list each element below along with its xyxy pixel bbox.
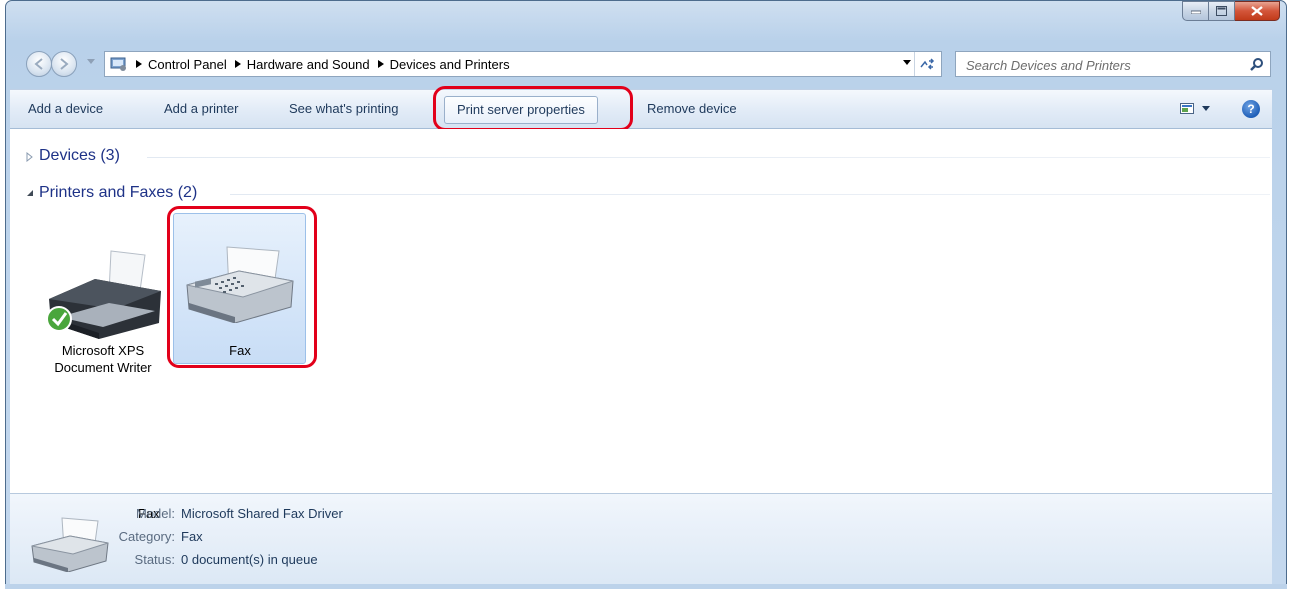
navigation-row: Control Panel Hardware and Sound Devices… [8,50,1272,80]
search-box [955,51,1271,77]
caption-buttons [1182,1,1280,21]
close-icon [1251,6,1263,16]
expand-arrow-icon[interactable] [26,152,33,162]
content-pane: Devices (3) Printers and Faxes (2) Micro… [10,129,1272,493]
breadcrumb-control-panel[interactable]: Control Panel [148,57,227,72]
details-status-key: Status: [134,552,175,567]
group-devices-title: Devices (3) [39,147,120,164]
help-icon[interactable]: ? [1242,100,1260,118]
details-model-value: Microsoft Shared Fax Driver [181,506,343,521]
control-panel-icon [110,57,126,71]
details-category-value: Fax [181,529,203,544]
fax-icon [186,246,294,323]
add-printer-button[interactable]: Add a printer [164,101,238,116]
group-printers-title: Printers and Faxes (2) [39,184,198,201]
window-bottom-border [5,584,1287,589]
device-xps-writer[interactable]: Microsoft XPS Document Writer [33,213,173,403]
details-category-key: Category: [118,529,175,544]
printer-icon [46,250,161,339]
collapse-arrow-icon[interactable] [26,189,34,197]
minimize-button[interactable] [1182,1,1209,21]
recent-pages-dropdown-icon[interactable] [87,59,95,65]
maximize-button[interactable] [1209,1,1235,21]
view-options-dropdown-icon[interactable] [1202,106,1210,112]
breadcrumb-separator-icon[interactable] [377,60,384,68]
forward-button[interactable] [51,51,77,77]
remove-device-button[interactable]: Remove device [647,101,737,116]
device-label: Fax [229,343,251,358]
refresh-icon [920,58,935,70]
print-server-properties-button[interactable]: Print server properties [444,96,598,124]
device-label: Microsoft XPS Document Writer [54,343,152,375]
group-divider [147,157,1270,158]
breadcrumb-separator-icon[interactable] [234,60,241,68]
arrow-left-icon [34,58,43,70]
add-device-button[interactable]: Add a device [28,101,103,116]
address-bar[interactable]: Control Panel Hardware and Sound Devices… [104,51,942,77]
details-pane: Fax Model: Microsoft Shared Fax Driver C… [10,493,1272,584]
maximize-icon [1216,6,1227,16]
group-printers-header[interactable]: Printers and Faxes (2) [10,182,1272,206]
details-status-value: 0 document(s) in queue [181,552,318,567]
change-view-icon[interactable] [1180,102,1196,116]
device-fax[interactable]: Fax [167,213,307,373]
group-divider [230,194,1270,195]
search-icon[interactable] [1250,57,1264,71]
breadcrumb-separator-icon [136,60,142,68]
back-button[interactable] [26,51,52,77]
search-input[interactable] [964,55,1238,75]
breadcrumb-hardware-and-sound[interactable]: Hardware and Sound [247,57,370,72]
details-model-key: Model: [135,506,175,521]
close-button[interactable] [1235,1,1280,21]
arrow-right-icon [60,58,69,70]
address-dropdown-icon[interactable] [903,60,911,66]
see-whats-printing-button[interactable]: See what's printing [289,101,398,116]
command-bar: Add a device Add a printer See what's pr… [10,89,1272,129]
group-devices-header[interactable]: Devices (3) [10,145,1272,169]
minimize-icon [1190,10,1201,14]
breadcrumb-devices-and-printers[interactable]: Devices and Printers [390,57,510,72]
refresh-button[interactable] [914,52,939,76]
